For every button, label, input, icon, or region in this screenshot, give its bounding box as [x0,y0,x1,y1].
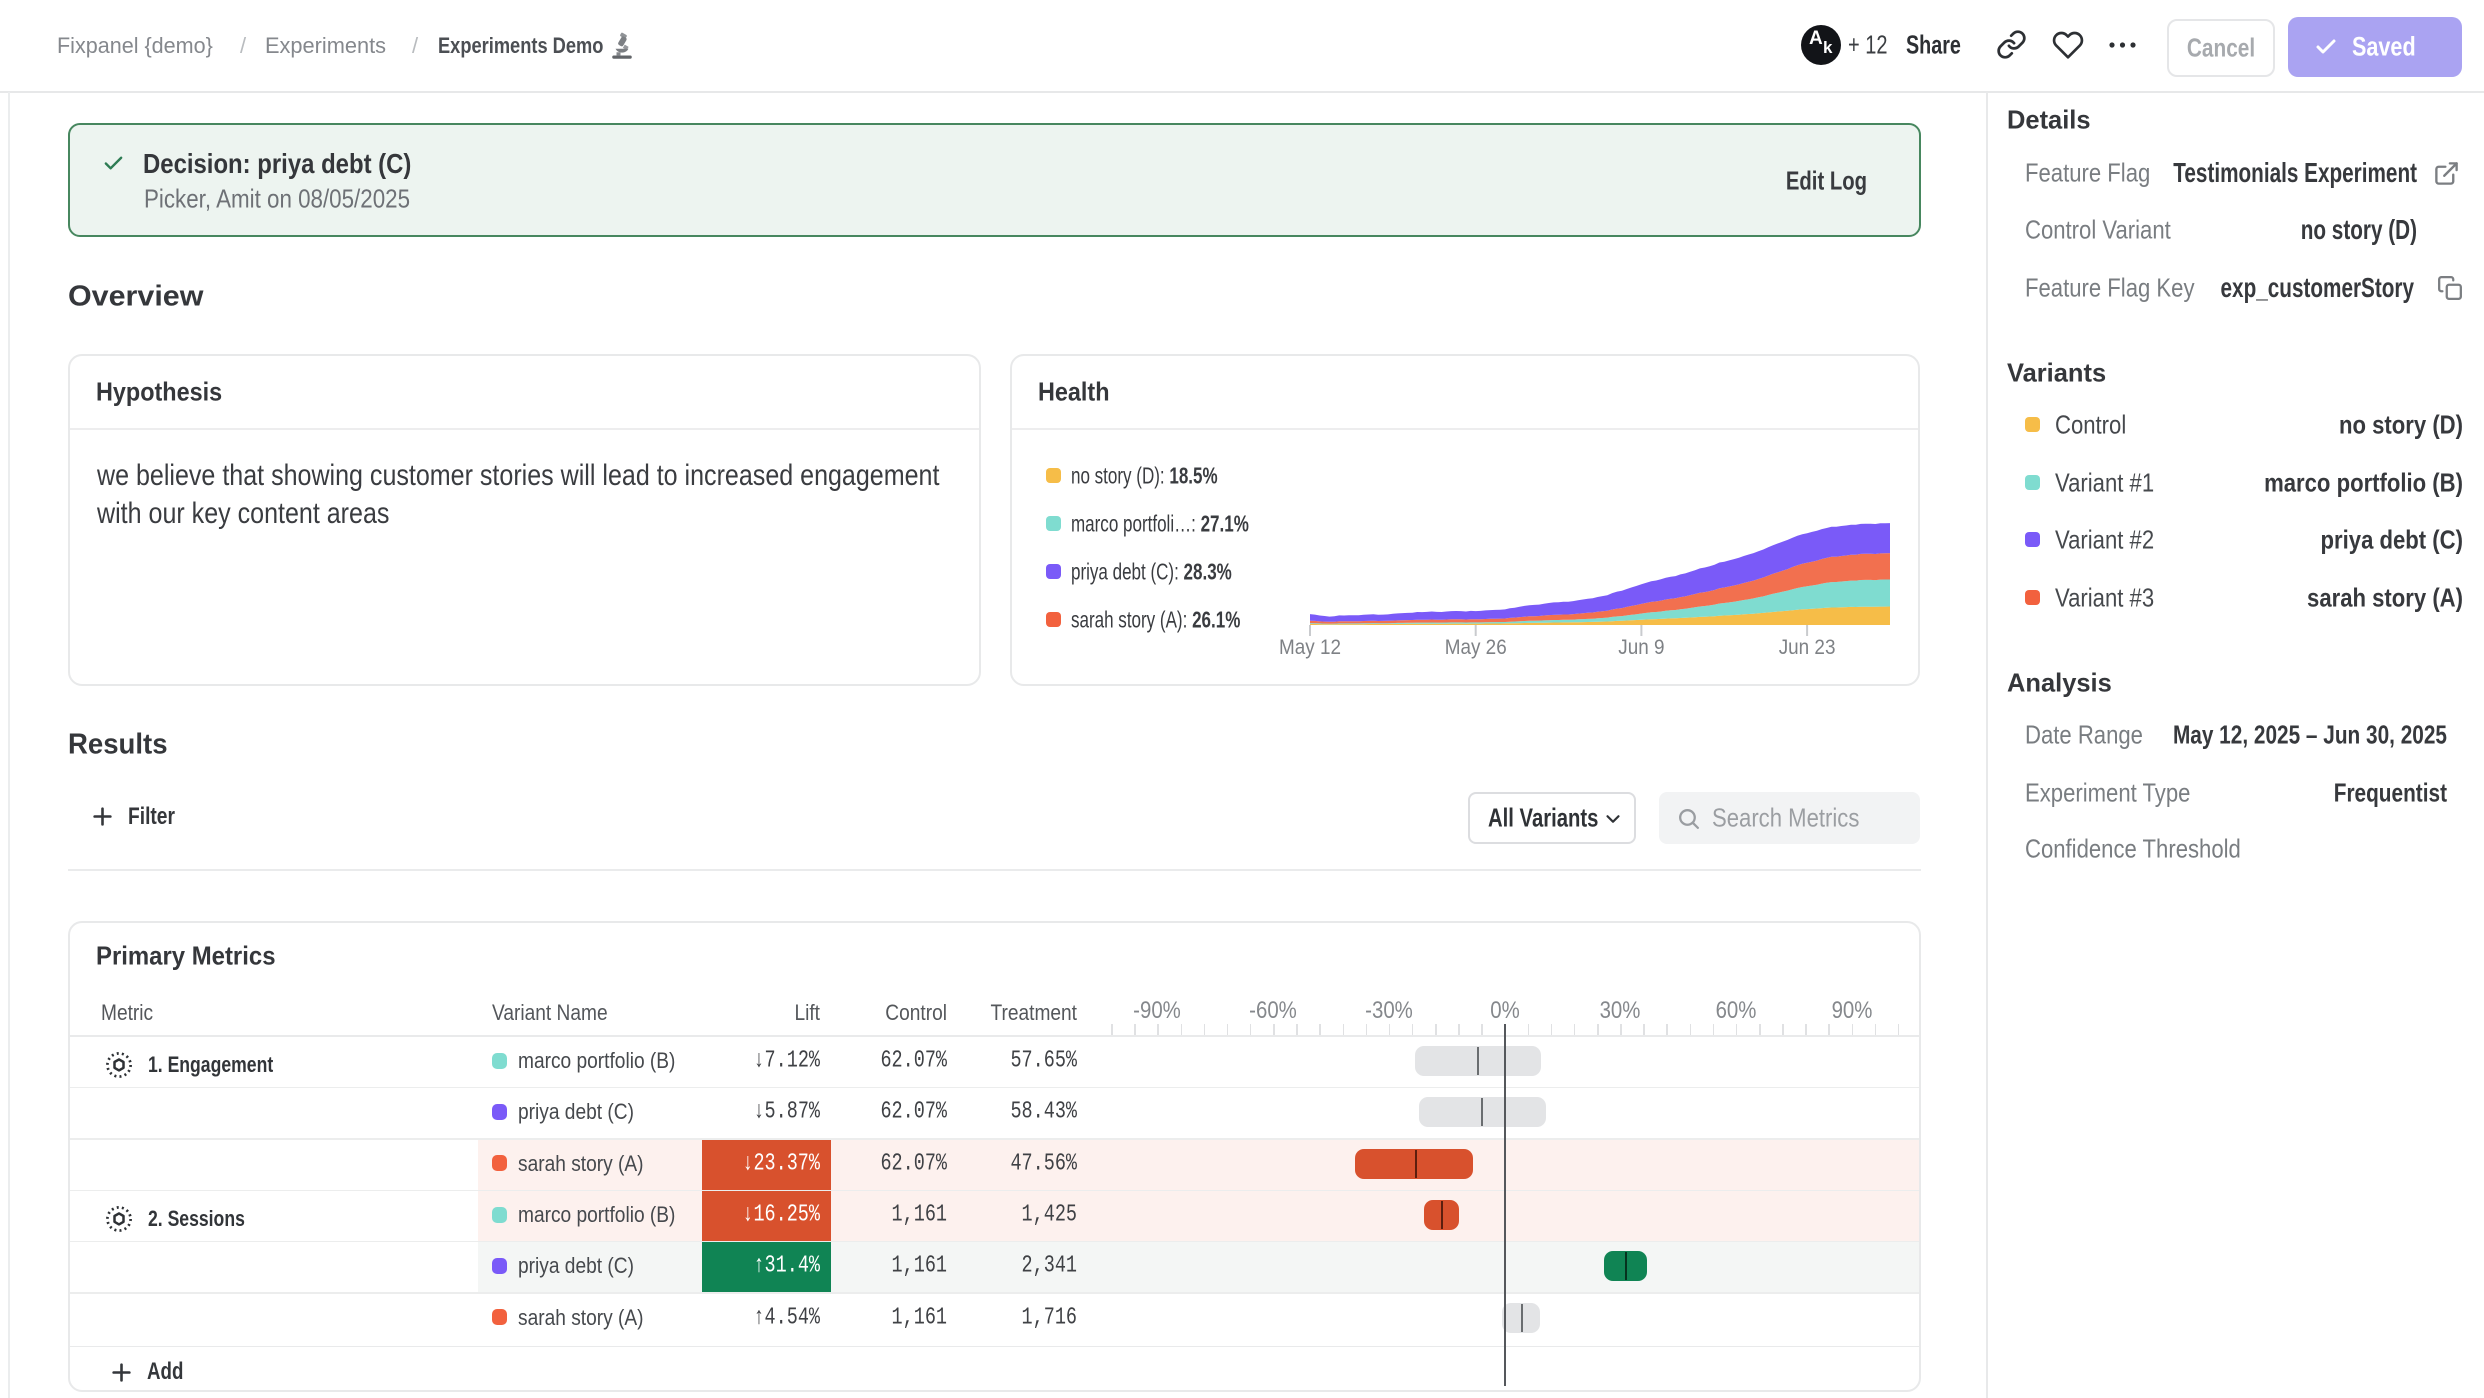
svg-text:May 26: May 26 [1445,636,1507,659]
svg-text:Jun 23: Jun 23 [1779,636,1836,659]
svg-text:May 12: May 12 [1279,636,1341,659]
svg-text:Jun 9: Jun 9 [1618,636,1664,659]
